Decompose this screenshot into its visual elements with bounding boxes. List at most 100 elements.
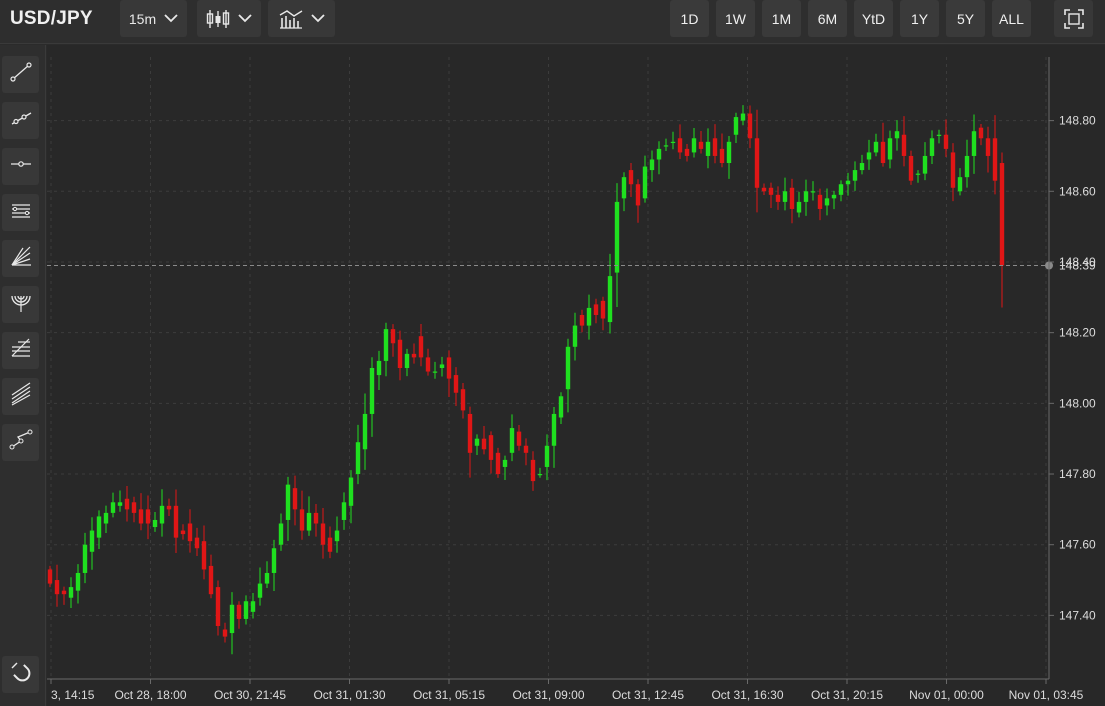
candle-up bbox=[558, 396, 564, 418]
symbol-title[interactable]: USD/JPY bbox=[10, 8, 93, 30]
tool-fibonacci-retracement[interactable] bbox=[2, 332, 39, 369]
range-button-6m[interactable]: 6M bbox=[808, 0, 847, 37]
candle-down bbox=[719, 148, 725, 164]
candle-up bbox=[110, 502, 116, 513]
range-button-1w[interactable]: 1W bbox=[716, 0, 755, 37]
candle-down bbox=[397, 339, 403, 368]
x-tick-label: Oct 31, 12:45 bbox=[612, 688, 684, 702]
range-button-ytd[interactable]: YtD bbox=[854, 0, 893, 37]
candle-down bbox=[390, 329, 396, 344]
range-button-5y[interactable]: 5Y bbox=[946, 0, 985, 37]
fibonacci-retracement-icon bbox=[9, 336, 33, 365]
candle-up bbox=[838, 184, 844, 195]
tool-ray[interactable] bbox=[2, 102, 39, 139]
candle-up bbox=[614, 201, 620, 273]
candle-down bbox=[222, 629, 228, 637]
chevron-down-icon bbox=[164, 14, 178, 23]
candle-down bbox=[775, 194, 781, 202]
candle-down bbox=[446, 357, 452, 379]
candle-down bbox=[684, 148, 690, 156]
candle-up bbox=[964, 155, 970, 178]
range-button-1m[interactable]: 1M bbox=[762, 0, 801, 37]
tool-arc[interactable] bbox=[2, 286, 39, 323]
tool-magnet[interactable] bbox=[2, 656, 39, 693]
candle-up bbox=[68, 587, 74, 598]
candle-up bbox=[82, 544, 88, 573]
candle-down bbox=[313, 512, 319, 524]
candle-up bbox=[334, 530, 340, 542]
candle-down bbox=[985, 138, 991, 156]
candle-up bbox=[670, 141, 676, 144]
fan-icon bbox=[9, 244, 33, 273]
trend-line-icon bbox=[9, 60, 33, 89]
price-axis: 147.40147.60147.80148.00148.20148.40148.… bbox=[1049, 114, 1096, 622]
interval-selector[interactable]: 15m bbox=[120, 0, 187, 37]
candle-up bbox=[656, 148, 662, 160]
candle-down bbox=[411, 353, 417, 358]
candle-up bbox=[873, 141, 879, 153]
candle-up bbox=[782, 191, 788, 202]
candle-down bbox=[747, 113, 753, 139]
last-price-label: 148.39 bbox=[1059, 259, 1096, 273]
chart-app: USD/JPY 15m 1D 1W 1M 6M YtD 1Y 5Y ALL 14… bbox=[0, 0, 1105, 706]
x-tick-label: Oct 31, 20:15 bbox=[811, 688, 883, 702]
candle-up bbox=[971, 131, 977, 156]
candle-up bbox=[894, 131, 900, 139]
tool-parallel-channel[interactable] bbox=[2, 194, 39, 231]
candle-up bbox=[362, 413, 368, 450]
range-button-1y[interactable]: 1Y bbox=[900, 0, 939, 37]
chart-type-selector[interactable] bbox=[197, 0, 261, 37]
tool-path[interactable] bbox=[2, 424, 39, 461]
candle-up bbox=[929, 138, 935, 156]
candle-up bbox=[852, 170, 858, 181]
x-tick-label: Nov 01, 03:45 bbox=[1009, 688, 1084, 702]
parallel-channel-icon bbox=[9, 198, 33, 227]
candle-up bbox=[96, 516, 102, 538]
candlestick-chart-canvas[interactable]: 147.40147.60147.80148.00148.20148.40148.… bbox=[47, 45, 1105, 706]
tool-pitchfork[interactable] bbox=[2, 378, 39, 415]
candle-up bbox=[439, 364, 445, 368]
candle-down bbox=[817, 194, 823, 209]
pitchfork-icon bbox=[9, 382, 33, 411]
fullscreen-button[interactable] bbox=[1054, 0, 1093, 37]
candle-up bbox=[306, 512, 312, 531]
tool-fan[interactable] bbox=[2, 240, 39, 277]
candle-down bbox=[124, 498, 130, 510]
candle-up bbox=[705, 141, 711, 156]
chevron-down-icon bbox=[238, 14, 252, 23]
x-tick-label: Oct 30, 21:45 bbox=[214, 688, 286, 702]
candle-up bbox=[229, 604, 235, 634]
candle-up bbox=[369, 368, 375, 414]
candle-up bbox=[824, 198, 830, 206]
candle-down bbox=[460, 389, 466, 411]
candle-up bbox=[551, 413, 557, 446]
price-chart[interactable]: 147.40 147.60 147.80 148.00 148.20 148.40 148.… bbox=[47, 45, 1105, 706]
candle-down bbox=[187, 523, 193, 542]
candle-up bbox=[607, 276, 613, 323]
candle-down bbox=[698, 141, 704, 149]
candle-up bbox=[586, 307, 592, 326]
candle-up bbox=[726, 141, 732, 164]
candle-up bbox=[243, 601, 249, 619]
y-tick-label: 148.80 bbox=[1059, 114, 1096, 128]
candle-up bbox=[796, 201, 802, 213]
tool-horizontal-line[interactable] bbox=[2, 148, 39, 185]
candle-down bbox=[530, 459, 536, 482]
y-tick-label: 147.60 bbox=[1059, 538, 1096, 552]
range-button-all[interactable]: ALL bbox=[992, 0, 1031, 37]
candle-up bbox=[887, 138, 893, 160]
time-axis: 3, 14:15 Oct 28, 18:00 Oct 30, 21:45 Oct 31… bbox=[50, 679, 1084, 702]
candle-up bbox=[89, 530, 95, 552]
candle-up bbox=[803, 191, 809, 202]
candle-up bbox=[117, 502, 123, 506]
range-button-1d[interactable]: 1D bbox=[670, 0, 709, 37]
candle-down bbox=[768, 187, 774, 195]
chart-grid bbox=[47, 57, 1049, 679]
candle-down bbox=[712, 138, 718, 156]
tool-trend-line[interactable] bbox=[2, 56, 39, 93]
candle-up bbox=[663, 145, 669, 147]
arc-icon bbox=[9, 290, 33, 319]
y-tick-label: 148.00 bbox=[1059, 396, 1096, 410]
candle-down bbox=[236, 604, 242, 619]
indicators-selector[interactable] bbox=[268, 0, 335, 37]
